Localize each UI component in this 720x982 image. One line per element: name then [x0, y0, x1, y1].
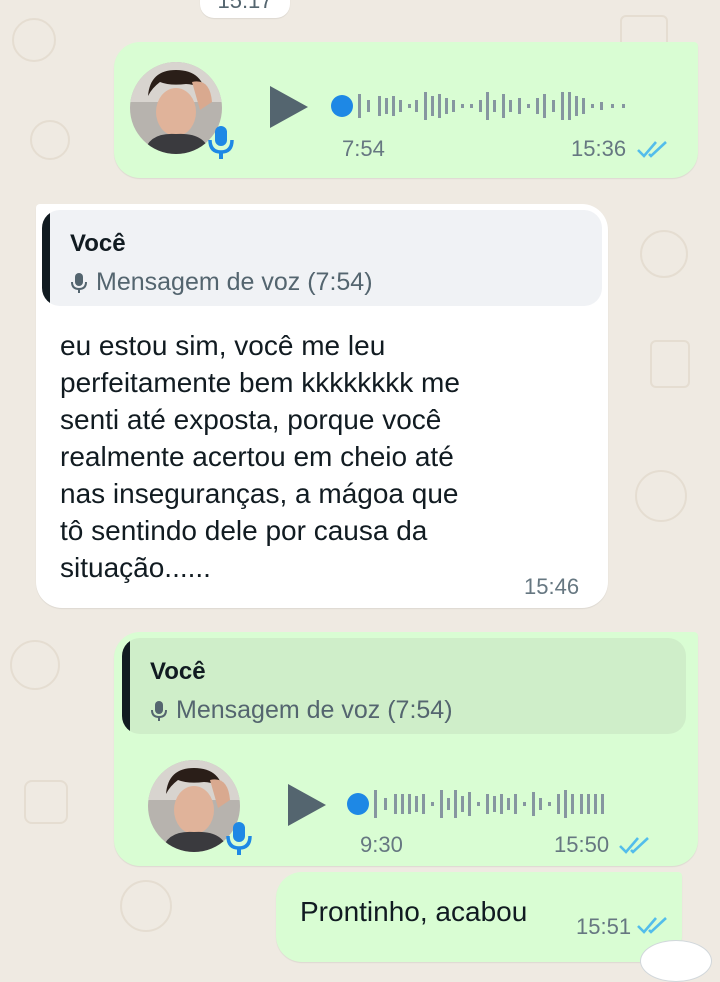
message-time: 15:50: [554, 832, 610, 857]
microphone-small-icon: [71, 272, 87, 293]
quote-label: Mensagem de voz (7:54): [176, 696, 453, 724]
date-chip: 15:17: [200, 0, 290, 18]
message-text-incoming[interactable]: Você Mensagem de voz (7:54) eu estou sim…: [36, 204, 608, 608]
message-time: 15:46: [524, 574, 580, 599]
message-text: eu estou sim, você me leu perfeitamente …: [60, 330, 460, 583]
quote-label: Mensagem de voz (7:54): [96, 268, 373, 296]
wallpaper-doodle: [120, 880, 172, 932]
play-icon[interactable]: [268, 84, 310, 135]
wallpaper-doodle: [24, 780, 68, 824]
message-voice-reply-outgoing[interactable]: Você Mensagem de voz (7:54) 9:30 15:50: [114, 632, 698, 866]
wallpaper-doodle: [640, 230, 688, 278]
quote-author: Você: [150, 658, 206, 685]
wallpaper-doodle: [10, 640, 60, 690]
play-icon[interactable]: [286, 782, 328, 833]
double-check-icon: [636, 138, 670, 165]
message-time: 15:51: [576, 914, 632, 939]
message-text: Prontinho, acabou: [300, 896, 528, 927]
wallpaper-doodle: [12, 18, 56, 62]
message-voice-outgoing[interactable]: 7:54 15:36: [114, 42, 698, 178]
message-text-outgoing[interactable]: Prontinho, acabou 15:51: [276, 872, 682, 962]
quote-bar: [42, 210, 50, 306]
microphone-icon: [206, 124, 236, 165]
wallpaper-doodle: [635, 470, 687, 522]
scroll-down-button[interactable]: [640, 940, 712, 982]
voice-duration: 9:30: [360, 832, 403, 857]
microphone-icon: [224, 820, 254, 861]
message-time: 15:36: [571, 136, 627, 161]
quote-subtitle: Mensagem de voz (7:54): [150, 696, 453, 725]
waveform-slider[interactable]: [330, 86, 650, 126]
double-check-icon: [636, 914, 670, 941]
quoted-message[interactable]: Você Mensagem de voz (7:54): [42, 210, 602, 306]
date-chip-label: 15:17: [217, 0, 273, 13]
double-check-icon: [618, 834, 652, 861]
quote-subtitle: Mensagem de voz (7:54): [70, 268, 373, 297]
voice-duration: 7:54: [342, 136, 385, 161]
quote-bar: [122, 638, 130, 734]
waveform-slider[interactable]: [344, 784, 634, 824]
wallpaper-doodle: [650, 340, 690, 388]
quoted-message[interactable]: Você Mensagem de voz (7:54): [122, 638, 686, 734]
quote-author: Você: [70, 230, 126, 257]
microphone-small-icon: [151, 700, 167, 721]
wallpaper-doodle: [30, 120, 70, 160]
